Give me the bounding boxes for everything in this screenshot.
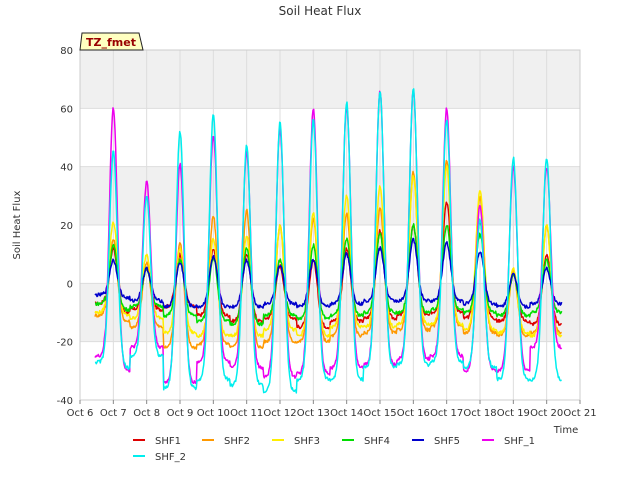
x-tick-label: Oct 15 [363,408,396,419]
legend-label: SHF1 [155,436,181,447]
y-tick-label: 60 [60,104,73,115]
x-tick-label: Oct 11 [230,408,263,419]
y-tick-label: 80 [60,46,73,57]
y-axis-label: Soil Heat Flux [12,190,23,259]
y-tick-label: -20 [57,338,73,349]
x-axis-ticks: Oct 6 Oct 7 Oct 8 Oct 9 Oct 10 Oct 11 Oct 12 Oc… [67,400,597,419]
soil-heat-flux-chart: -40-20020406080 Oct 6 Oct 7 Oct 8 Oct 9 Oct … [12,4,597,463]
x-tick-label: Oct 20 [530,408,563,419]
y-axis-ticks: -40 -20 0 20 40 60 80 [57,46,73,407]
x-tick-label: Oct 21 [563,408,596,419]
x-tick-label: Oct 7 [100,408,127,419]
x-tick-label: Oct 10 [197,408,230,419]
legend-label: SHF4 [364,436,390,447]
legend-label: SHF_1 [504,436,535,447]
y-tick-label: -40 [57,396,73,407]
x-tick-label: Oct 6 [67,408,94,419]
band [80,166,580,225]
band [80,108,580,167]
y-tick-label: 40 [60,163,73,174]
band [80,225,580,284]
legend-label: SHF3 [294,436,320,447]
x-tick-label: Oct 19 [497,408,530,419]
y-tick-label: 20 [60,221,73,232]
legend-label: SHF5 [434,436,460,447]
x-tick-label: Oct 14 [330,408,363,419]
legend-label: SHF_2 [155,452,186,463]
x-tick-label: Oct 12 [263,408,296,419]
x-tick-label: Oct 18 [463,408,496,419]
chart-title: Soil Heat Flux [279,4,362,18]
band [80,50,580,109]
x-tick-label: Oct 17 [430,408,463,419]
annotation-label: TZ_fmet [86,36,136,49]
x-tick-label: Oct 8 [133,408,160,419]
legend-label: SHF2 [224,436,250,447]
y-tick-label: 0 [67,279,73,290]
x-tick-label: Oct 9 [167,408,194,419]
legend: SHF1 SHF2 SHF3 SHF4 SHF5 SHF_1 SHF_2 [133,436,535,463]
annotation-box: TZ_fmet [79,32,144,51]
x-tick-label: Oct 13 [297,408,330,419]
x-axis-label: Time [553,425,578,436]
x-tick-label: Oct 16 [397,408,430,419]
